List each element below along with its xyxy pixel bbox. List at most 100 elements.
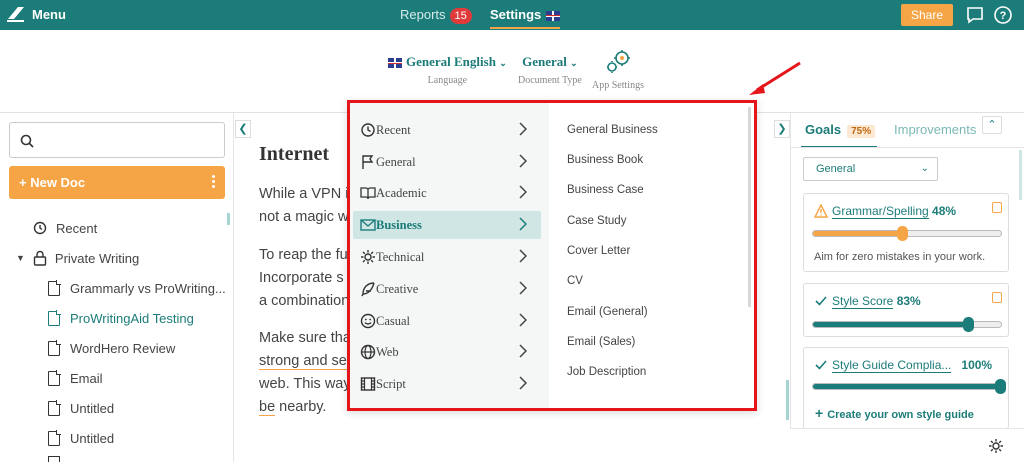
search-input[interactable] [9,122,225,158]
sidebar-item-label: Recent [56,220,98,236]
editor-line: While a VPN i [259,186,349,202]
editor-line-flagged[interactable]: strong and se [259,353,347,370]
logo-icon [7,7,24,22]
document-icon [48,456,60,462]
top-bar: Menu Reports 15 Settings Share ? [0,0,1024,30]
sidebar-item-recent[interactable]: Recent [33,218,97,238]
chat-icon[interactable] [965,5,985,25]
warning-icon [814,204,828,218]
goal-slider[interactable] [812,379,1006,394]
goal-type-select[interactable]: General ⌄ [803,157,938,181]
app-settings-label: App Settings [592,80,644,91]
goal-type-value: General [816,163,856,175]
chevron-down-icon: ⌄ [499,58,507,68]
editor-line-rest: nearby. [275,399,327,415]
document-icon [48,310,61,326]
gear-icon[interactable] [988,438,1004,454]
gears-icon [607,50,630,73]
card-title[interactable]: Style Score 83% [832,294,921,309]
sidebar-item-label: Untitled [70,400,115,416]
share-button[interactable]: Share [901,4,953,26]
create-style-guide-link[interactable]: + Create your own style guide [815,405,974,421]
sidebar-scroll[interactable] [227,213,230,225]
new-doc-button[interactable]: + New Doc [9,166,225,199]
card-title-text: Style Score [832,294,894,309]
document-icon [48,340,61,356]
language-setting[interactable]: General English ⌄ Language [388,54,507,86]
slider-handle[interactable] [995,379,1006,394]
sidebar-item-doc[interactable]: Untitled [48,398,114,418]
tab-goals[interactable]: Goals 75% [805,122,876,138]
sidebar-item-private-writing[interactable]: ▼ Private Writing [16,248,139,268]
card-title[interactable]: Style Guide Complia... 100% [832,358,992,373]
goal-card-style[interactable]: Style Score 83% [803,283,1009,337]
document-icon [48,400,61,416]
sidebar-item-label: ProWritingAid Testing [70,310,194,326]
lightbulb-icon[interactable] [992,292,1002,303]
doc-type-value: General [522,54,567,69]
document-icon [48,370,61,386]
tab-settings[interactable]: Settings [490,0,561,30]
slider-handle[interactable] [897,226,908,241]
editor-line: To reap the fu [259,247,348,263]
sidebar-item-doc[interactable]: Grammarly vs ProWriting... [48,278,226,298]
slider-handle[interactable] [963,317,974,332]
card-title-text: Grammar/Spelling [832,204,929,219]
search-icon [20,134,34,148]
goals-percent: 75% [847,125,876,138]
plus-icon: + [815,405,824,421]
right-panel-scrollbar[interactable] [1019,150,1022,200]
editor-line: be nearby. [259,399,327,416]
document-title[interactable]: Internet [259,143,329,166]
editor-line: web. This way [259,376,351,392]
sidebar-item-doc[interactable]: Email [48,368,103,388]
uk-flag-icon [546,10,561,21]
document-icon [48,430,61,446]
history-icon [33,221,47,235]
card-title[interactable]: Grammar/Spelling 48% [832,204,957,219]
tab-reports[interactable]: Reports 15 [400,0,472,30]
reports-badge: 15 [449,7,472,24]
sidebar-item-label: Email [70,370,103,386]
tab-goals-label: Goals [805,122,842,137]
goal-slider[interactable] [812,226,1002,241]
settings-row: General English ⌄ Language General ⌄ Doc… [0,48,1024,93]
caret-down-icon: ▼ [16,253,25,263]
highlight-box [347,100,757,411]
card-title-text: Style Guide Complia... [832,358,952,373]
sidebar-item-label: Private Writing [54,250,140,266]
sidebar-item-label: Grammarly vs ProWriting... [70,280,226,296]
editor-line: a combination [259,293,350,309]
goal-card-grammar[interactable]: Grammar/Spelling 48% Aim for zero mistak… [803,193,1009,272]
tab-improvements[interactable]: Improvements [894,122,976,137]
language-value: General English [406,54,496,69]
slider-fill [813,384,1001,389]
card-percent: 83% [896,294,921,308]
card-percent: 48% [932,204,957,218]
sidebar-item-doc[interactable]: Untitled [48,428,114,448]
sidebar-item-doc[interactable]: WordHero Review [48,338,175,358]
lightbulb-icon[interactable] [992,202,1002,213]
goal-slider[interactable] [812,317,1002,332]
flagged-text[interactable]: be [259,399,276,416]
collapse-left-button[interactable]: ❮ [235,120,251,138]
more-options-icon[interactable] [212,175,215,190]
chevron-up-icon[interactable]: ⌃ [982,116,1002,134]
collapse-right-button[interactable]: ❯ [774,120,790,138]
editor-line: Make sure tha [259,330,351,346]
card-note: Aim for zero mistakes in your work. [814,251,986,263]
app-settings[interactable]: App Settings [591,48,645,91]
editor-line: not a magic w [259,209,349,225]
sidebar-item-doc-active[interactable]: ProWritingAid Testing [48,308,194,328]
doc-type-setting[interactable]: General ⌄ Document Type [518,54,582,86]
menu-button[interactable]: Menu [6,5,66,23]
help-icon[interactable]: ? [993,5,1013,25]
tabs-divider [790,147,1024,148]
tab-reports-label: Reports [400,7,446,22]
menu-label: Menu [32,6,66,22]
new-doc-label: + New Doc [19,175,86,190]
svg-text:?: ? [1000,10,1007,22]
document-icon [48,280,61,296]
editor-scrollbar[interactable] [786,380,789,420]
checkmark-icon [815,360,827,370]
